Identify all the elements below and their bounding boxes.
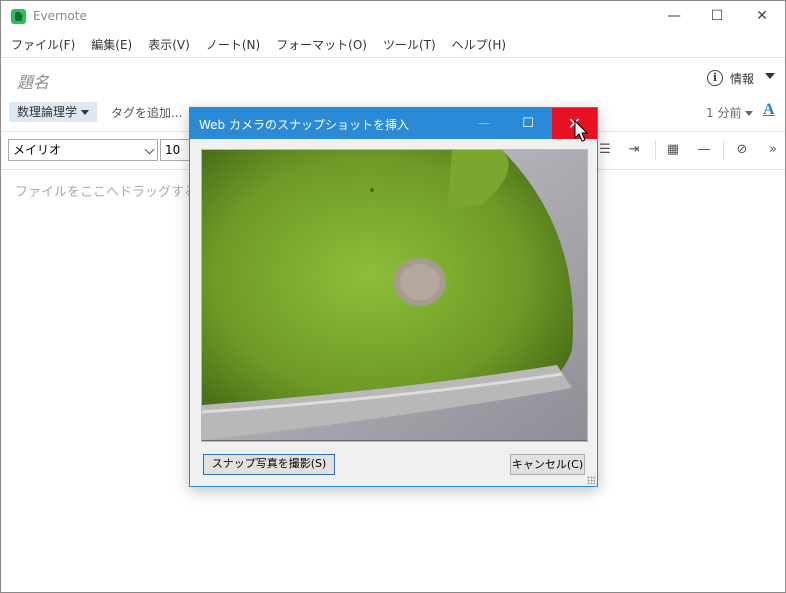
dialog-maximize-button[interactable]: ☐	[506, 108, 550, 139]
list-icon[interactable]: ☰	[596, 141, 614, 159]
info-icon[interactable]: i	[707, 70, 723, 86]
menu-view[interactable]: 表示(V)	[148, 33, 190, 57]
webcam-snapshot-dialog: Web カメラのスナップショットを挿入 — ☐ ✕	[189, 107, 598, 487]
notebook-label: 数理論理学	[17, 105, 78, 119]
close-button[interactable]: ✕	[739, 1, 785, 31]
attach-icon[interactable]: ⊘	[733, 141, 751, 159]
table-icon[interactable]: ▦	[664, 141, 682, 159]
webcam-preview	[201, 149, 588, 442]
dialog-title: Web カメラのスナップショットを挿入	[199, 118, 409, 132]
app-title: Evernote	[33, 9, 87, 23]
modified-time-label: 1 分前	[706, 106, 742, 120]
dialog-minimize-button: —	[477, 116, 491, 131]
more-icon[interactable]: »	[764, 141, 782, 159]
resize-grip-icon[interactable]	[587, 476, 595, 484]
maximize-button[interactable]: ☐	[694, 1, 740, 31]
note-title-input[interactable]: 題名	[17, 69, 49, 93]
dialog-title-bar: Web カメラのスナップショットを挿入 — ☐ ✕	[190, 108, 597, 139]
add-tag-input[interactable]: タグを追加...	[111, 104, 182, 121]
horizontal-rule-icon[interactable]: —	[695, 141, 713, 159]
chevron-down-icon	[81, 110, 90, 115]
indent-icon[interactable]: ⇥	[625, 141, 643, 159]
minimize-button[interactable]: —	[651, 1, 697, 31]
webcam-image	[202, 150, 587, 441]
chevron-down-icon	[745, 111, 754, 116]
evernote-logo-icon	[11, 9, 26, 24]
cancel-button[interactable]: キャンセル(C)	[510, 454, 585, 475]
font-family-value: メイリオ	[13, 143, 62, 157]
toolbar-separator	[655, 140, 656, 160]
toolbar-separator	[723, 140, 724, 160]
menu-bar: ファイル(F) 編集(E) 表示(V) ノート(N) フォーマット(O) ツール…	[1, 33, 785, 57]
font-family-select[interactable]: メイリオ	[8, 139, 158, 161]
menu-file[interactable]: ファイル(F)	[11, 33, 75, 57]
menu-help[interactable]: ヘルプ(H)	[452, 33, 506, 57]
info-button[interactable]: 情報	[730, 70, 754, 87]
chevron-down-icon	[144, 144, 155, 155]
mouse-cursor-icon	[574, 120, 589, 142]
font-size-value: 10	[165, 143, 181, 157]
menu-note[interactable]: ノート(N)	[206, 33, 260, 57]
menu-divider	[1, 57, 785, 58]
menu-format[interactable]: フォーマット(O)	[276, 33, 367, 57]
drop-hint: ファイルをここへドラッグする	[15, 185, 198, 200]
font-color-button[interactable]: A	[763, 101, 775, 119]
note-title-row: 題名	[1, 61, 785, 97]
menu-edit[interactable]: 編集(E)	[91, 33, 132, 57]
modified-time[interactable]: 1 分前	[706, 104, 754, 121]
info-dropdown-icon[interactable]	[765, 73, 775, 79]
notebook-selector[interactable]: 数理論理学	[9, 102, 98, 122]
take-snapshot-button[interactable]: スナップ写真を撮影(S)	[203, 454, 335, 475]
title-bar: Evernote — ☐ ✕	[1, 1, 785, 33]
menu-tools[interactable]: ツール(T)	[383, 33, 436, 57]
